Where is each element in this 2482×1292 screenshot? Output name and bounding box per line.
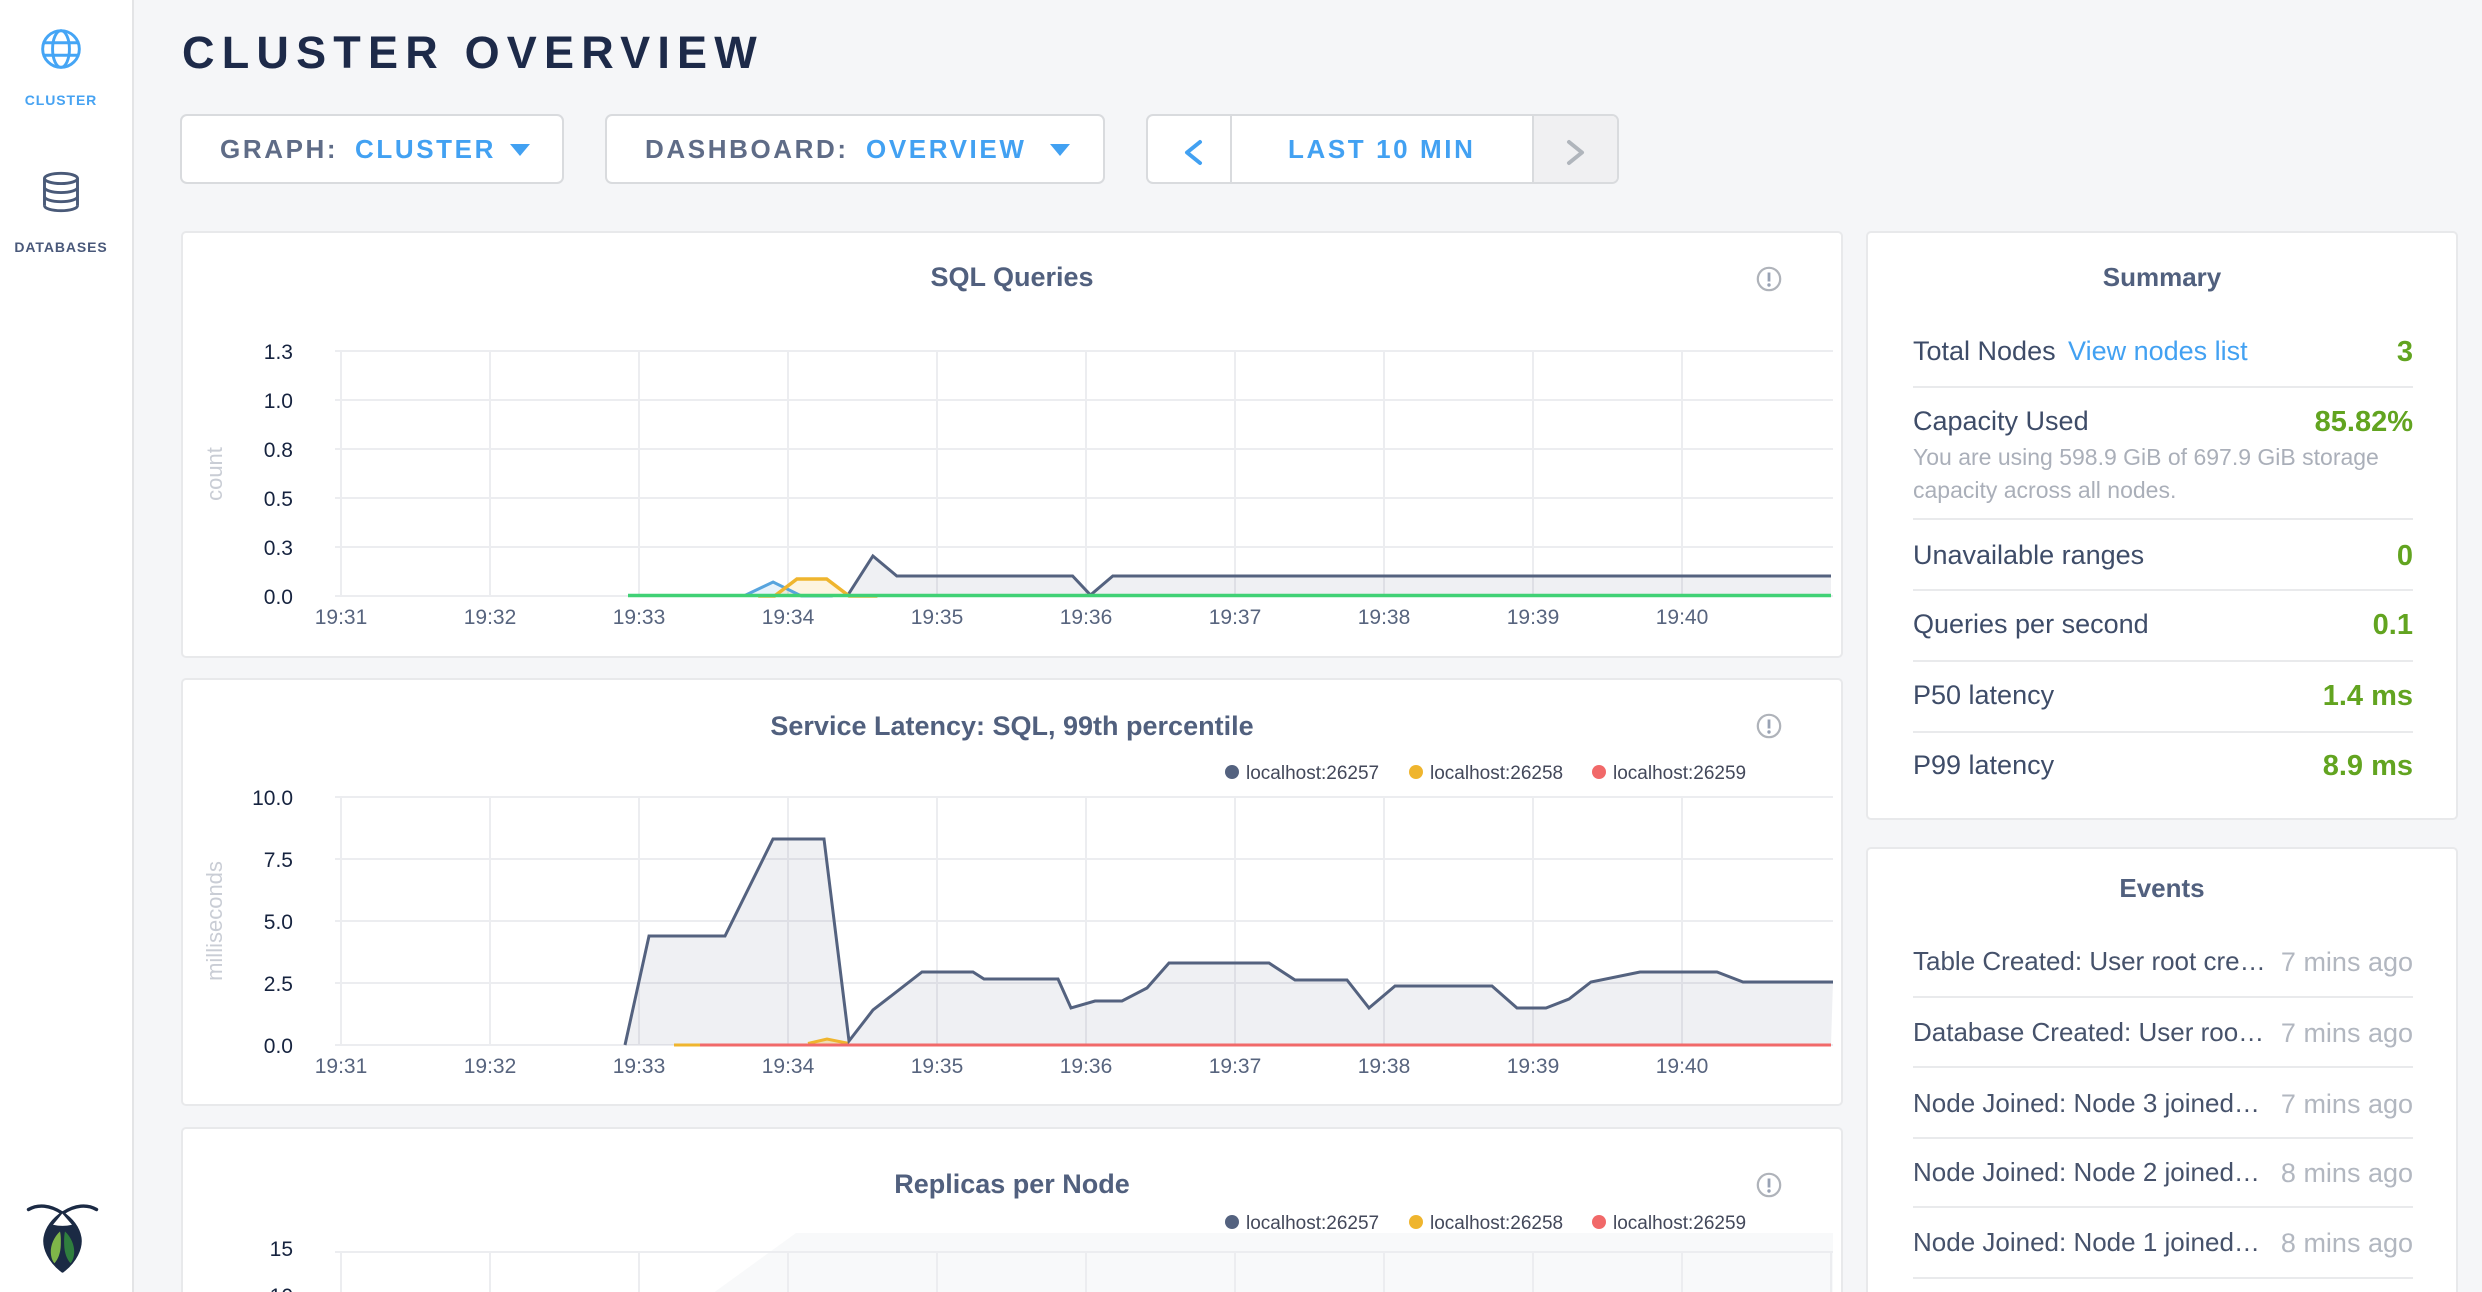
svg-text:19:33: 19:33	[613, 1055, 666, 1078]
svg-text:Service Latency: SQL, 99th per: Service Latency: SQL, 99th percentile	[770, 711, 1253, 741]
svg-text:count: count	[202, 447, 227, 501]
svg-text:19:36: 19:36	[1060, 606, 1113, 629]
svg-text:19:40: 19:40	[1656, 1055, 1709, 1078]
svg-text:0.0: 0.0	[264, 1035, 293, 1058]
svg-text:0.8: 0.8	[264, 439, 293, 462]
svg-text:localhost:26257: localhost:26257	[1246, 763, 1379, 784]
svg-text:19:39: 19:39	[1507, 606, 1560, 629]
svg-text:localhost:26257: localhost:26257	[1246, 1213, 1379, 1234]
svg-text:5.0: 5.0	[264, 911, 293, 934]
svg-text:SQL Queries: SQL Queries	[930, 262, 1093, 292]
svg-text:milliseconds: milliseconds	[202, 861, 227, 981]
svg-text:19:34: 19:34	[762, 606, 815, 629]
svg-text:19:32: 19:32	[464, 606, 517, 629]
svg-text:19:32: 19:32	[464, 1055, 517, 1078]
svg-text:7.5: 7.5	[264, 849, 293, 872]
svg-text:localhost:26258: localhost:26258	[1430, 1213, 1563, 1234]
svg-text:15: 15	[270, 1238, 293, 1261]
svg-text:19:40: 19:40	[1656, 606, 1709, 629]
svg-text:19:39: 19:39	[1507, 1055, 1560, 1078]
svg-text:19:35: 19:35	[911, 606, 964, 629]
svg-text:19:35: 19:35	[911, 1055, 964, 1078]
svg-text:0.3: 0.3	[264, 537, 293, 560]
svg-text:19:37: 19:37	[1209, 1055, 1262, 1078]
svg-text:Replicas per Node: Replicas per Node	[894, 1169, 1130, 1199]
svg-text:0.0: 0.0	[264, 586, 293, 609]
svg-text:19:36: 19:36	[1060, 1055, 1113, 1078]
svg-text:localhost:26259: localhost:26259	[1613, 763, 1746, 784]
svg-text:19:38: 19:38	[1358, 1055, 1411, 1078]
svg-text:1.3: 1.3	[264, 341, 293, 364]
svg-text:10: 10	[270, 1285, 293, 1292]
svg-text:localhost:26258: localhost:26258	[1430, 763, 1563, 784]
svg-text:2.5: 2.5	[264, 973, 293, 996]
svg-text:19:31: 19:31	[315, 1055, 368, 1078]
svg-text:19:37: 19:37	[1209, 606, 1262, 629]
svg-text:19:34: 19:34	[762, 1055, 815, 1078]
svg-text:1.0: 1.0	[264, 390, 293, 413]
svg-text:19:38: 19:38	[1358, 606, 1411, 629]
svg-text:19:33: 19:33	[613, 606, 666, 629]
svg-text:0.5: 0.5	[264, 488, 293, 511]
svg-text:localhost:26259: localhost:26259	[1613, 1213, 1746, 1234]
svg-text:10.0: 10.0	[252, 787, 293, 810]
svg-text:19:31: 19:31	[315, 606, 368, 629]
